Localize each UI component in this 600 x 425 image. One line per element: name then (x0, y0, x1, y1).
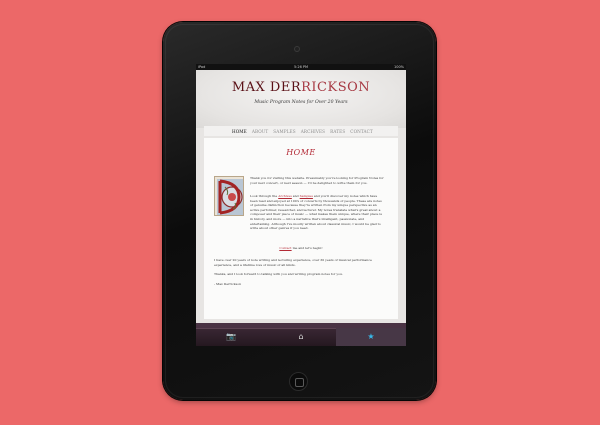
tab-favorites[interactable]: ★ (336, 328, 406, 346)
nav-item-archives[interactable]: ARCHIVES (301, 129, 325, 134)
site-subtitle: Music Program Notes for Over 20 Years (196, 100, 406, 105)
thanks-paragraph: Thanks, and I look forward to talking wi… (214, 272, 343, 276)
star-icon: ★ (367, 332, 375, 341)
archives-text-before: Look through the (250, 194, 279, 198)
nav-item-samples[interactable]: SAMPLES (273, 129, 295, 134)
home-icon: ⌂ (298, 332, 304, 341)
intro-paragraph: Thank you for visiting this website. Pre… (250, 176, 384, 185)
contact-link[interactable]: Contact (279, 246, 291, 250)
home-button-square-icon (295, 378, 304, 387)
nav-item-rates[interactable]: RATES (330, 129, 345, 134)
tab-camera[interactable]: 📷 (196, 328, 266, 346)
archives-paragraph: Look through the Archives and Samples an… (250, 194, 384, 231)
nav-item-home[interactable]: HOME (232, 129, 247, 134)
subtitle-suffix: Over 20 Years (314, 100, 348, 105)
nav-item-about[interactable]: ABOUT (252, 129, 268, 134)
tab-bar: 📷 ⌂ ★ (196, 328, 406, 346)
subtitle-prefix: Music Program Notes for (254, 100, 315, 105)
ipad-device: iPad 5:26 PM 100% MAX DERRICKSON Music P… (163, 22, 436, 400)
front-camera (294, 46, 300, 52)
site-title[interactable]: MAX DERRICKSON (196, 80, 406, 95)
illuminated-letter-image (214, 176, 244, 216)
experience-paragraph: I have over 20 years of note writing and… (214, 258, 372, 267)
site-header: MAX DERRICKSON Music Program Notes for O… (196, 70, 406, 128)
archives-text-after: and you'll discover my notes which have … (250, 194, 382, 231)
title-last-name-bold: DER (269, 80, 302, 95)
camera-icon: 📷 (226, 332, 236, 341)
contact-line: Contact me and let's begin! (204, 246, 398, 251)
archives-link[interactable]: Archives (278, 194, 292, 198)
main-nav: HOME ABOUT SAMPLES ARCHIVES RATES CONTAC… (204, 126, 398, 136)
title-last-name-light: RICKSON (301, 80, 371, 95)
title-first-name: MAX (231, 80, 270, 95)
archives-text-mid: and (291, 194, 300, 198)
tab-home[interactable]: ⌂ (266, 328, 336, 346)
screen: iPad 5:26 PM 100% MAX DERRICKSON Music P… (196, 64, 406, 346)
page-heading: HOME (286, 148, 316, 157)
content-panel: HOME Thank you for visiting this website… (204, 138, 398, 319)
samples-link[interactable]: Samples (300, 194, 313, 198)
home-button[interactable] (289, 372, 308, 391)
contact-line-text: me and let's begin! (291, 246, 323, 250)
nav-item-contact[interactable]: CONTACT (350, 129, 373, 134)
signature: - Max Derrickson (214, 282, 242, 286)
